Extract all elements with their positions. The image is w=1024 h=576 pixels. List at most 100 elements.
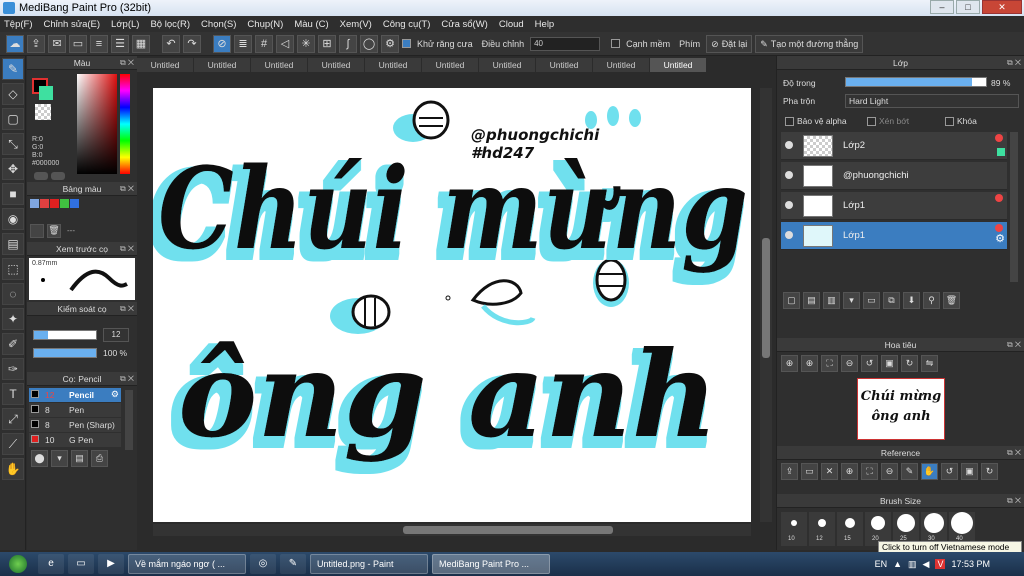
drawing-canvas[interactable]: @phuongchichi #hd247 Chúi mừng ông anh bbox=[153, 88, 751, 522]
blend-mode-select[interactable]: Hard Light bbox=[845, 94, 1019, 108]
redo-icon[interactable]: ↷ bbox=[183, 34, 201, 53]
media-player-icon[interactable]: ▶ bbox=[98, 554, 124, 574]
visibility-eye-icon[interactable] bbox=[785, 171, 793, 179]
trash-icon[interactable]: 🗑 bbox=[47, 224, 61, 238]
rect-tool-icon[interactable]: ▢ bbox=[2, 108, 24, 130]
tab-untitled-active[interactable]: Untitled bbox=[650, 58, 707, 72]
open-image-icon[interactable]: ▭ bbox=[801, 463, 818, 480]
brush-row-pen[interactable]: 8 Pen bbox=[29, 403, 121, 417]
curve-snap-icon[interactable]: ∫ bbox=[339, 34, 357, 53]
hue-slider[interactable] bbox=[120, 74, 130, 174]
brush-folder-icon[interactable]: ▤ bbox=[71, 450, 88, 467]
tab-untitled[interactable]: Untitled bbox=[137, 58, 194, 72]
layer-properties-icon[interactable]: ⚲ bbox=[923, 292, 940, 309]
brush-tool-icon[interactable]: ✎ bbox=[2, 58, 24, 80]
brush-size-value[interactable]: 12 bbox=[103, 328, 129, 342]
language-indicator[interactable]: EN bbox=[875, 559, 888, 569]
brush-row-pencil[interactable]: 12 Pencil ⚙ bbox=[29, 388, 121, 402]
brush-row-pen-sharp[interactable]: 8 Pen (Sharp) bbox=[29, 418, 121, 432]
start-button[interactable] bbox=[0, 552, 36, 576]
network-icon[interactable]: ▥ bbox=[908, 559, 917, 570]
tab-untitled[interactable]: Untitled bbox=[308, 58, 365, 72]
palette-swatch[interactable] bbox=[60, 199, 69, 208]
alpha-protect-checkbox[interactable] bbox=[785, 117, 794, 126]
close-image-icon[interactable]: ✕ bbox=[821, 463, 838, 480]
brush-size-option[interactable]: 10 bbox=[781, 512, 807, 546]
tab-untitled[interactable]: Untitled bbox=[479, 58, 536, 72]
zoom-in-icon[interactable]: ⊕ bbox=[801, 355, 818, 372]
clock[interactable]: 17:53 PM bbox=[951, 559, 990, 569]
tab-untitled[interactable]: Untitled bbox=[593, 58, 650, 72]
flip-icon[interactable]: ⇋ bbox=[921, 355, 938, 372]
focus-snap-icon[interactable]: ⊞ bbox=[318, 34, 336, 53]
taskbar-item-medibang[interactable]: MediBang Paint Pro ... bbox=[432, 554, 550, 574]
reset-button[interactable]: ⊘ Đặt lại bbox=[706, 34, 753, 53]
layer-delete-icon[interactable] bbox=[995, 224, 1003, 232]
straight-line-button[interactable]: ✎ Tạo một đường thẳng bbox=[755, 34, 864, 53]
brush-size-slider[interactable] bbox=[33, 330, 97, 340]
canvas-horizontal-scrollbar[interactable] bbox=[153, 524, 751, 536]
canvas-vertical-scrollbar[interactable] bbox=[760, 88, 772, 522]
menu-view[interactable]: Xem(V) bbox=[340, 19, 372, 30]
brush-list-scrollbar[interactable] bbox=[125, 390, 133, 450]
tab-untitled[interactable]: Untitled bbox=[194, 58, 251, 72]
menu-snap[interactable]: Chụp(N) bbox=[247, 19, 283, 30]
hand-tool-icon[interactable]: ✋ bbox=[2, 458, 24, 480]
new-palette-icon[interactable] bbox=[30, 224, 44, 238]
hand-icon[interactable]: ✋ bbox=[921, 463, 938, 480]
visibility-eye-icon[interactable] bbox=[785, 141, 793, 149]
fill-rect-tool-icon[interactable]: ■ bbox=[2, 183, 24, 205]
menu-cloud[interactable]: Cloud bbox=[499, 19, 524, 30]
palette-swatch[interactable] bbox=[50, 199, 59, 208]
circle-snap-icon[interactable]: ◯ bbox=[360, 34, 378, 53]
layer-row-lop1-selected[interactable]: Lớp1 ⚙ bbox=[781, 222, 1007, 250]
tab-untitled[interactable]: Untitled bbox=[251, 58, 308, 72]
ie-icon[interactable]: e bbox=[38, 554, 64, 574]
brush-settings-gear-icon[interactable]: ⚙ bbox=[111, 389, 119, 400]
new-8bit-layer-icon[interactable]: ▥ bbox=[823, 292, 840, 309]
vanish-snap-icon[interactable]: ◁ bbox=[276, 34, 294, 53]
layer-opacity-slider[interactable] bbox=[845, 77, 987, 87]
dot-tool-icon[interactable]: ⤡ bbox=[2, 133, 24, 155]
new-halftone-layer-icon[interactable]: ▤ bbox=[803, 292, 820, 309]
actual-size-icon[interactable]: ▣ bbox=[961, 463, 978, 480]
rotate-right-icon[interactable]: ↻ bbox=[901, 355, 918, 372]
menu-color[interactable]: Màu (C) bbox=[294, 19, 328, 30]
parallel-snap-icon[interactable]: ≣ bbox=[234, 34, 252, 53]
select-pen-tool-icon[interactable]: ✐ bbox=[2, 333, 24, 355]
brush-row-gpen[interactable]: 10 G Pen bbox=[29, 433, 121, 447]
edge-checkbox[interactable] bbox=[611, 39, 621, 48]
rotate-left-icon[interactable]: ↺ bbox=[861, 355, 878, 372]
menu-file[interactable]: Tệp(F) bbox=[4, 19, 33, 30]
taskbar-item-browser[interactable]: Về mắm ngáo ngơ ( ... bbox=[128, 554, 246, 574]
delete-layer-icon[interactable]: 🗑 bbox=[943, 292, 960, 309]
palette-swatch[interactable] bbox=[40, 199, 49, 208]
select-eraser-tool-icon[interactable]: ✑ bbox=[2, 358, 24, 380]
move-tool-icon[interactable]: ✥ bbox=[2, 158, 24, 180]
menu-help[interactable]: Help bbox=[535, 19, 555, 30]
saturation-picker[interactable] bbox=[77, 74, 117, 174]
layer-row-lop1[interactable]: Lớp1 bbox=[781, 192, 1007, 220]
text-tool-icon[interactable]: T bbox=[2, 383, 24, 405]
snap-off-icon[interactable]: ⊘ bbox=[213, 34, 231, 53]
paint-app-icon[interactable]: ✎ bbox=[280, 554, 306, 574]
divide-tool-icon[interactable]: ⤢ bbox=[2, 408, 24, 430]
brush-size-option[interactable]: 12 bbox=[809, 512, 835, 546]
lock-checkbox[interactable] bbox=[945, 117, 954, 126]
fit-icon[interactable]: ⛶ bbox=[821, 355, 838, 372]
tab-untitled[interactable]: Untitled bbox=[365, 58, 422, 72]
color-mode-toggle[interactable] bbox=[34, 172, 48, 180]
tab-untitled[interactable]: Untitled bbox=[536, 58, 593, 72]
layer-settings-gear-icon[interactable]: ⚙ bbox=[995, 232, 1005, 245]
antialias-checkbox[interactable] bbox=[402, 39, 411, 48]
brush-export-icon[interactable]: ⎙ bbox=[91, 450, 108, 467]
document-icon[interactable]: ≡ bbox=[90, 34, 108, 53]
taskbar-item-paint[interactable]: Untitled.png - Paint bbox=[310, 554, 428, 574]
close-button[interactable]: ✕ bbox=[982, 0, 1022, 14]
rotate-left-icon[interactable]: ↺ bbox=[941, 463, 958, 480]
merge-down-icon[interactable]: ⬇ bbox=[903, 292, 920, 309]
brush-size-option[interactable]: 15 bbox=[837, 512, 863, 546]
menu-filter[interactable]: Bộ lọc(R) bbox=[150, 19, 190, 30]
layer-list-scrollbar[interactable] bbox=[1010, 132, 1018, 282]
eyedropper-tool-icon[interactable]: ⟋ bbox=[2, 433, 24, 455]
